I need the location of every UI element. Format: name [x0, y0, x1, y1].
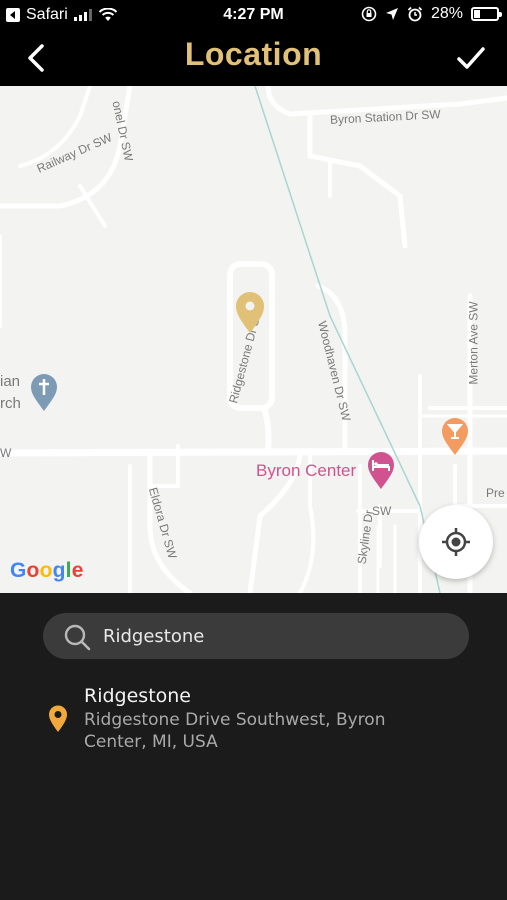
map-label-sw: SW	[372, 504, 392, 518]
lodging-icon	[368, 452, 394, 489]
search-panel: Ridgestone Ridgestone Drive Southwest, B…	[0, 593, 507, 900]
map-label-pre: Pre	[486, 486, 505, 500]
map-view[interactable]: Byron Station Dr SW Railway Dr SW onel D…	[0, 86, 507, 593]
alarm-icon	[407, 6, 423, 22]
result-title: Ridgestone	[84, 685, 191, 707]
map-label-church-2: rch	[0, 395, 21, 412]
location-arrow-icon	[385, 8, 398, 20]
map-label-merton: Merton Ave SW	[466, 301, 481, 385]
result-address: Ridgestone Drive Southwest, Byron Center…	[84, 710, 386, 752]
screen-lock-icon	[361, 6, 377, 22]
done-button[interactable]	[451, 40, 491, 76]
selected-location-pin-icon[interactable]	[235, 292, 265, 334]
my-location-button[interactable]	[419, 505, 493, 579]
location-pin-icon	[49, 705, 67, 732]
search-icon	[64, 624, 91, 651]
search-input[interactable]	[103, 613, 443, 659]
nav-bar: Location	[0, 30, 507, 86]
battery-icon	[471, 7, 502, 21]
status-right: 28%	[361, 5, 502, 23]
map-label-w: W	[0, 446, 12, 460]
checkmark-icon	[457, 47, 485, 69]
poi-label-byron-center[interactable]: Byron Center	[256, 461, 356, 481]
crosshair-icon	[442, 528, 470, 556]
google-logo: Google	[10, 559, 84, 582]
bar-icon	[442, 418, 468, 455]
map-label-church-1: ian	[0, 373, 21, 390]
page-title: Location	[184, 36, 323, 72]
search-bar[interactable]	[43, 613, 469, 659]
battery-percent: 28%	[430, 5, 463, 22]
church-icon	[31, 374, 57, 411]
status-bar: Safari 4:27 PM 28%	[0, 0, 507, 30]
search-result-item[interactable]: Ridgestone Ridgestone Drive Southwest, B…	[40, 681, 480, 761]
